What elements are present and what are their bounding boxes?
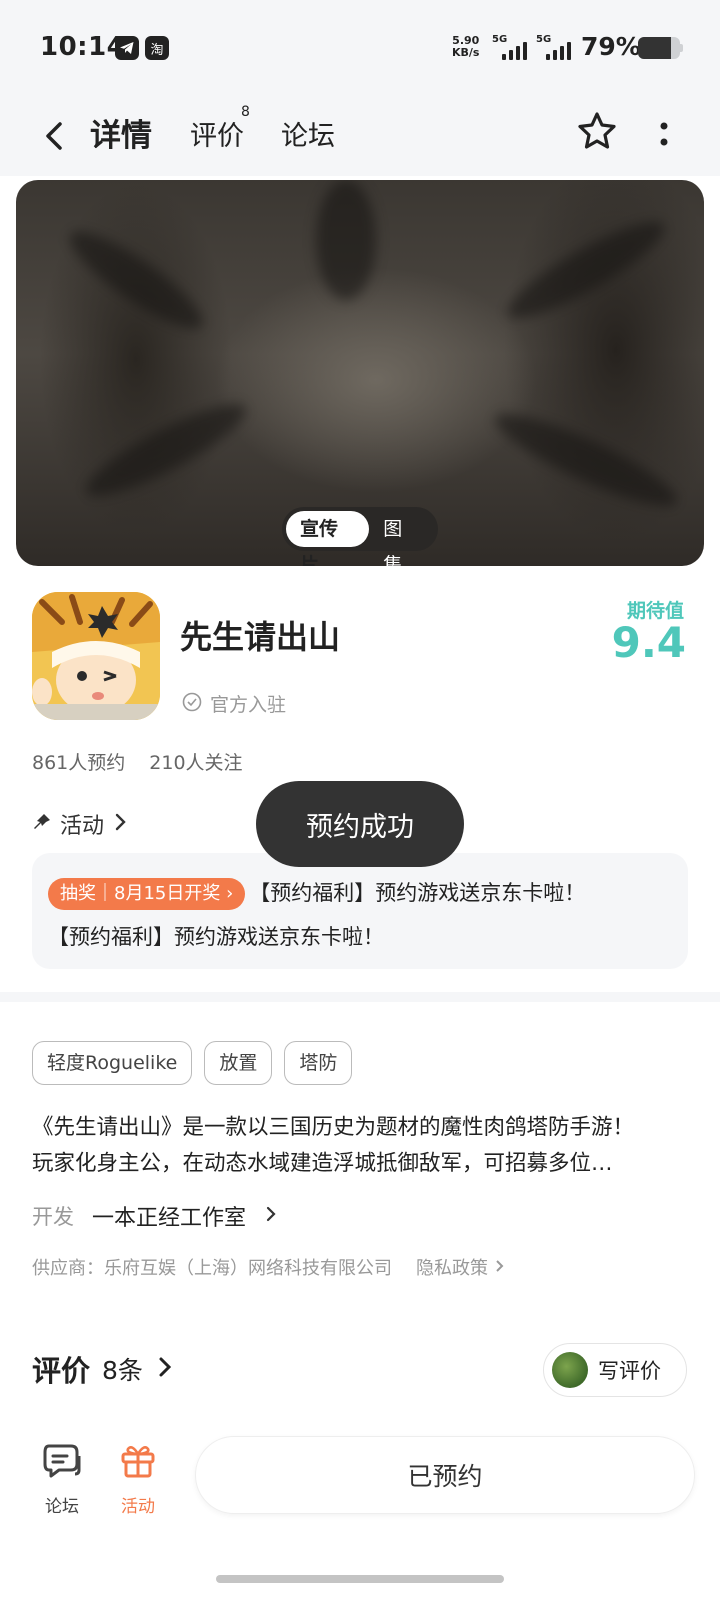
official-label: 官方入驻 (210, 694, 287, 716)
net-speed: 5.90 KB/s (452, 34, 480, 59)
battery-tip (680, 44, 683, 52)
telegram-icon (115, 36, 139, 60)
status-bar: 10:14 淘 5.90 KB/s 5G 5G 79% (0, 0, 720, 96)
reviews-header[interactable]: 评价 8条 (32, 1348, 175, 1390)
developer-key: 开发 (32, 1205, 74, 1229)
chevron-right-icon (155, 1353, 175, 1385)
back-arrow-icon[interactable] (36, 116, 72, 156)
supplier-text: 供应商：乐府互娱（上海）网络科技有限公司 (32, 1258, 392, 1279)
avatar (552, 1352, 588, 1388)
tag-tower-defense[interactable]: 塔防 (284, 1041, 353, 1085)
lottery-tag[interactable]: 抽奖｜8月15日开奖 › (48, 878, 246, 910)
battery-percent: 79% (581, 32, 641, 61)
activity-header[interactable]: 活动 (32, 808, 128, 840)
taobao-icon: 淘 (145, 36, 169, 60)
activity-line-2: 【预约福利】预约游戏送京东卡啦！ (48, 925, 384, 949)
media-switch: 宣传片 图集 (282, 507, 438, 566)
stats-row: 861人预约 210人关注 (32, 748, 243, 775)
gift-icon (118, 1446, 158, 1484)
activity-card[interactable]: 抽奖｜8月15日开奖 › 【预约福利】预约游戏送京东卡啦！ 【预约福利】预约游戏送… (32, 853, 688, 969)
tab-forum[interactable]: 论坛 (281, 114, 335, 153)
follower-count: 210人关注 (149, 752, 243, 774)
tab-reviews[interactable]: 评价 (190, 114, 244, 153)
signal-icon: 5G (536, 34, 576, 62)
chevron-right-icon (264, 1204, 278, 1228)
home-indicator[interactable] (216, 1575, 504, 1583)
switch-gallery[interactable]: 图集 (369, 511, 434, 566)
battery-icon (638, 37, 680, 59)
game-description[interactable]: 《先生请出山》是一款以三国历史为题材的魔性肉鸽塔防手游！ 玩家化身主公，在动态水… (32, 1110, 688, 1182)
switch-trailer[interactable]: 宣传片 (286, 511, 370, 566)
reviews-badge: 8 (241, 104, 250, 120)
official-badge: 官方入驻 (182, 690, 286, 717)
check-circle-icon (182, 692, 202, 716)
promo-video[interactable]: 宣传片 图集 (16, 180, 704, 566)
reviews-title: 评价 (32, 1354, 91, 1388)
status-time: 10:14 (40, 32, 126, 62)
tab-details[interactable]: 详情 (86, 110, 156, 155)
toast-message: 预约成功 (256, 781, 464, 867)
reviews-count: 8条 (102, 1356, 143, 1385)
bottom-forum-button[interactable]: 论坛 (32, 1440, 92, 1517)
reservation-count: 861人预约 (32, 752, 126, 774)
bottom-action-bar: 论坛 活动 已预约 (0, 1420, 720, 1600)
pin-icon (32, 812, 52, 836)
game-title: 先生请出山 (180, 618, 341, 656)
activity-label: 活动 (60, 814, 105, 839)
developer-row[interactable]: 开发 一本正经工作室 (32, 1200, 278, 1232)
section-divider (0, 992, 720, 1002)
tag-list: 轻度Roguelike 放置 塔防 (32, 1041, 353, 1085)
activity-line-1: 抽奖｜8月15日开奖 › 【预约福利】预约游戏送京东卡啦！ (48, 871, 672, 915)
write-review-button[interactable]: 写评价 (543, 1343, 687, 1397)
supplier-row: 供应商：乐府互娱（上海）网络科技有限公司 隐私政策 (32, 1254, 506, 1280)
tag-idle[interactable]: 放置 (204, 1041, 273, 1085)
developer-name: 一本正经工作室 (92, 1206, 247, 1231)
nav-bar: 详情 评价 8 论坛 (0, 96, 720, 176)
reserved-button[interactable]: 已预约 (195, 1436, 695, 1514)
forum-chat-icon (41, 1444, 83, 1484)
tag-roguelike[interactable]: 轻度Roguelike (32, 1041, 193, 1085)
game-icon[interactable] (32, 592, 160, 720)
chevron-right-icon (112, 811, 128, 837)
signal-icon: 5G (492, 34, 532, 62)
favorite-star-icon[interactable] (574, 108, 620, 154)
bottom-activity-button[interactable]: 活动 (108, 1440, 168, 1517)
privacy-policy-link[interactable]: 隐私政策 (416, 1254, 506, 1280)
more-options-icon[interactable] (650, 114, 678, 154)
expect-score: 9.4 (611, 618, 686, 667)
